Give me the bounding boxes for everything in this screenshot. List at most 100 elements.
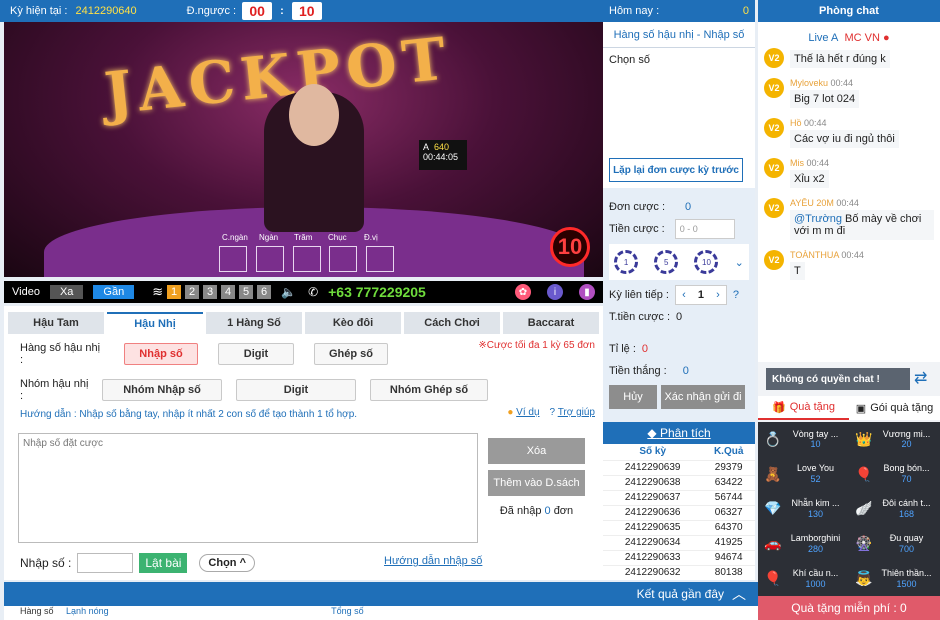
- live-video[interactable]: JACKPOT C.ngàn Ngàn Trăm Chục Đ.vị A 640…: [4, 22, 603, 277]
- ti-le-value: 0: [641, 343, 649, 355]
- tab-cach-choi[interactable]: Cách Chơi: [404, 312, 500, 334]
- video-info-box: A 640 00:44:05: [419, 140, 467, 170]
- tab-gifts[interactable]: 🎁 Quà tặng: [758, 396, 849, 420]
- table-row: 2412290637 56744: [603, 489, 755, 505]
- digit-button[interactable]: Digit: [218, 343, 294, 365]
- chat-messages[interactable]: Live A MC VN ● V2 Thế là hết r đúng k V2 M…: [758, 22, 940, 362]
- table-row: 2412290636 06327: [603, 504, 755, 520]
- nhap-so-button[interactable]: Nhập số: [124, 343, 198, 365]
- gift-item[interactable]: 🪽 Đôi cánh t... 168: [849, 492, 940, 527]
- don-cuoc-value: 0: [685, 201, 692, 213]
- gift-icon[interactable]: ✿: [515, 284, 531, 300]
- tab-keo-doi[interactable]: Kèo đôi: [305, 312, 401, 334]
- table-row: 2412290633 94674: [603, 549, 755, 565]
- gift-item[interactable]: 🎡 Đu quay 700: [849, 526, 940, 561]
- info-time: 00:44:05: [423, 152, 459, 162]
- info-num: 640: [434, 142, 450, 152]
- countdown-seconds: 10: [291, 2, 322, 20]
- analysis-icon: ◆: [647, 426, 657, 440]
- help-link[interactable]: Trợ giúp: [558, 407, 595, 418]
- help-icon[interactable]: ?: [733, 289, 739, 301]
- countdown-minutes: 00: [242, 2, 273, 20]
- volume-icon[interactable]: 🔈: [281, 285, 296, 299]
- table-box: [256, 246, 284, 272]
- gift-item[interactable]: 💍 Vòng tay ... 10: [758, 422, 849, 457]
- chat-title: Phòng chat: [758, 0, 940, 22]
- input-label: Nhập số :: [20, 556, 72, 570]
- gift-item[interactable]: 👼 Thiên thần... 1500: [849, 561, 940, 596]
- gift-item[interactable]: 🚗 Lamborghini 280: [758, 526, 849, 561]
- bet-number-textarea[interactable]: Nhập số đặt cược: [18, 433, 478, 543]
- table-label: Đ.vị: [364, 233, 378, 242]
- repeat-last-bet-button[interactable]: Lặp lại đơn cược kỳ trước: [609, 158, 743, 182]
- tab-1-hang-so[interactable]: 1 Hàng Số: [206, 312, 302, 334]
- cancel-button[interactable]: Hủy: [609, 385, 657, 409]
- flip-card-button[interactable]: Lật bài: [139, 553, 188, 573]
- tab-hau-tam[interactable]: Hậu Tam: [8, 312, 104, 334]
- bet-panel: Hậu Tam Hậu Nhị 1 Hàng Số Kèo đôi Cách C…: [4, 306, 603, 580]
- chat-message: V2 Mis 00:44 Xỉu x2: [764, 158, 934, 188]
- example-link[interactable]: Ví dụ: [516, 407, 539, 418]
- chip-10[interactable]: 10: [694, 250, 719, 274]
- tab-gift-packs[interactable]: ▣ Gói quà tặng: [849, 396, 940, 420]
- table-row: 2412290634 41925: [603, 534, 755, 550]
- far-button[interactable]: Xa: [49, 285, 84, 299]
- bet-summary-column: Hôm nay : 0 Hàng số hậu nhị - Nhập số Ch…: [603, 0, 755, 582]
- consecutive-stepper[interactable]: ‹ 1 ›: [674, 285, 727, 305]
- camera-4-button[interactable]: 4: [221, 285, 236, 299]
- camera-5-button[interactable]: 5: [239, 285, 254, 299]
- nhom-ghep-so-button[interactable]: Nhóm Ghép số: [370, 379, 488, 401]
- gift-item[interactable]: 🎈 Bong bón... 70: [849, 457, 940, 492]
- live-a-tab[interactable]: Live A: [808, 32, 838, 44]
- bet-type-title: Hàng số hậu nhị - Nhập số: [603, 22, 755, 48]
- recent-results-bar[interactable]: Kết quả gần đây ︿: [4, 582, 758, 606]
- near-button[interactable]: Gần: [93, 285, 135, 299]
- camera-6-button[interactable]: 6: [257, 285, 272, 299]
- chat-message: V2 Myloveku 00:44 Big 7 lot 024: [764, 78, 934, 108]
- ghep-so-button[interactable]: Ghép số: [314, 343, 388, 365]
- example-icon: ●: [507, 407, 514, 418]
- nhom-nhap-so-button[interactable]: Nhóm Nhập số: [102, 379, 222, 401]
- strip-lanh-nong[interactable]: Lạnh nóng: [66, 606, 109, 616]
- swap-icon[interactable]: ⇄: [914, 368, 927, 388]
- tien-cuoc-input[interactable]: 0 - 0: [674, 219, 735, 239]
- table-row: 2412290635 64370: [603, 519, 755, 535]
- number-input[interactable]: [77, 553, 134, 573]
- nhom-label: Nhóm hậu nhị :: [20, 378, 89, 402]
- mc-vn-tab[interactable]: MC VN: [844, 32, 879, 44]
- tab-hau-nhi[interactable]: Hậu Nhị: [107, 312, 203, 334]
- chart-icon[interactable]: ▮: [579, 284, 595, 300]
- add-to-list-button[interactable]: Thêm vào D.sách: [488, 470, 585, 496]
- video-controls: Video Xa Gần ≋ 1 2 3 4 5 6 🔈 ✆ +63 77722…: [4, 281, 603, 303]
- camera-2-button[interactable]: 2: [185, 285, 200, 299]
- help-icon: ?: [549, 407, 556, 418]
- input-guide-link[interactable]: Hướng dẫn nhập số: [384, 555, 482, 567]
- gift-item[interactable]: 👑 Vương mi... 20: [849, 422, 940, 457]
- gift-item[interactable]: 🎈 Khí cầu n... 1000: [758, 561, 849, 596]
- choose-dropdown[interactable]: Chọn ^: [199, 554, 255, 572]
- guide-text: Hướng dẫn : Nhập số bằng tay, nhập ít nh…: [20, 409, 358, 420]
- col-kqua: K.Quả: [713, 446, 744, 458]
- table-box: [329, 246, 357, 272]
- info-icon[interactable]: i: [547, 284, 563, 300]
- analysis-link[interactable]: ◆ Phân tích: [603, 422, 755, 444]
- tab-baccarat[interactable]: Baccarat: [503, 312, 599, 334]
- nhom-digit-button[interactable]: Digit: [236, 379, 356, 401]
- confirm-button[interactable]: Xác nhận gửi đi: [661, 385, 745, 409]
- camera-1-button[interactable]: 1: [167, 285, 182, 299]
- table-row: 2412290632 80138: [603, 564, 755, 580]
- chip-1[interactable]: 1: [614, 250, 639, 274]
- chat-panel: Phòng chat Live A MC VN ● V2 Thế là hết r…: [758, 0, 940, 620]
- round-timer: 10: [550, 227, 590, 267]
- video-label: Video: [12, 286, 40, 298]
- strip-tang-so[interactable]: Tổng số: [331, 606, 364, 616]
- clear-button[interactable]: Xóa: [488, 438, 585, 464]
- gift-item[interactable]: 💎 Nhẫn kim ... 130: [758, 492, 849, 527]
- free-gift-bar[interactable]: Quà tặng miễn phí : 0: [758, 596, 940, 620]
- chat-message: V2 AYÊU 20M 00:44 @Trường Bố mày về chơi v…: [764, 198, 934, 240]
- chevron-down-icon[interactable]: ⌄: [735, 256, 744, 269]
- gift-item[interactable]: 🧸 Love You 52: [758, 457, 849, 492]
- results-table: Số kỳ K.Quả 2412290639 29379 2412290638 634…: [603, 444, 755, 580]
- camera-3-button[interactable]: 3: [203, 285, 218, 299]
- chip-5[interactable]: 5: [654, 250, 679, 274]
